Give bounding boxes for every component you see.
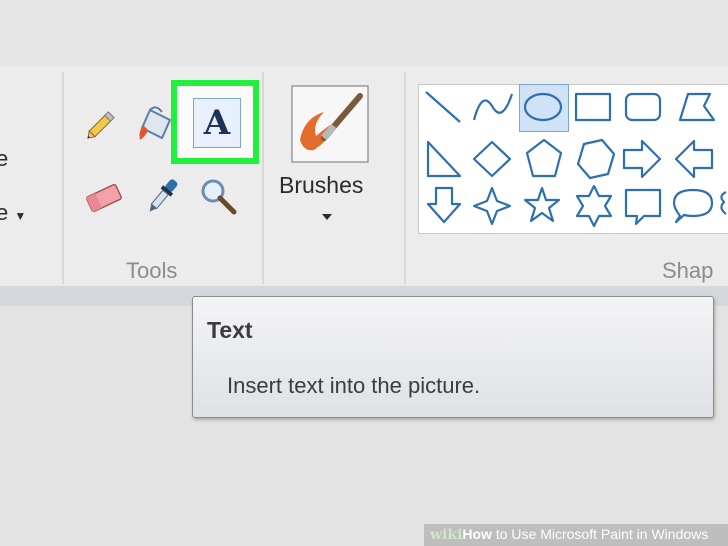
color-picker-tool-button[interactable] (140, 174, 184, 218)
pencil-tool-button[interactable] (80, 102, 124, 146)
hexagon-shape-icon (576, 138, 616, 180)
truncated-label-2[interactable]: e ▼ (0, 200, 26, 226)
truncated-label-2-text: e (0, 200, 9, 225)
magnifier-icon (201, 179, 237, 215)
watermark: wikiHow to Use Microsoft Paint in Window… (430, 526, 708, 543)
tooltip: Text Insert text into the picture. (192, 296, 714, 418)
six-point-star-shape-icon (575, 184, 613, 228)
text-tool-button[interactable]: A (171, 80, 259, 164)
group-separator (62, 72, 64, 284)
chevron-down-icon[interactable] (322, 214, 332, 220)
five-point-star-shape-icon (523, 186, 561, 223)
oval-callout-shape-icon (672, 188, 714, 224)
ribbon-tab-strip (0, 0, 728, 66)
polygon-shape-icon (678, 92, 716, 122)
group-separator (404, 72, 406, 284)
pentagon-shape-icon (525, 138, 563, 178)
text-tool-icon: A (193, 98, 241, 148)
watermark-title: to Use Microsoft Paint in Windows (491, 526, 709, 542)
truncated-label-1: e (0, 146, 9, 171)
rectangle-shape-icon (574, 92, 612, 122)
curve-shape-icon (472, 93, 514, 121)
heart-callout-partial-icon (720, 191, 727, 215)
tools-group-label: Tools (126, 258, 178, 283)
eraser-icon (86, 183, 122, 213)
diamond-shape-icon (472, 140, 512, 178)
rounded-rectangle-shape-icon (624, 92, 662, 122)
line-shape-icon (425, 91, 461, 123)
shapes-grid (425, 91, 727, 228)
oval-shape-icon (523, 92, 563, 122)
right-arrow-shape-icon (622, 139, 662, 179)
eraser-tool-button[interactable] (82, 176, 126, 220)
color-picker-icon (149, 179, 178, 212)
brushes-icon (291, 85, 369, 163)
group-separator (262, 72, 264, 284)
tooltip-description: Insert text into the picture. (227, 373, 481, 398)
brushes-button[interactable] (270, 78, 390, 228)
chevron-down-icon: ▼ (14, 209, 27, 223)
rectangular-callout-shape-icon (624, 188, 662, 226)
pencil-icon (87, 111, 115, 139)
tooltip-title: Text (207, 317, 253, 343)
watermark-brand: wiki (430, 527, 463, 543)
shapes-group-label: Shap (662, 258, 714, 283)
watermark-how: How (462, 526, 492, 542)
triangle-shape-icon (426, 140, 462, 178)
four-point-star-shape-icon (472, 186, 512, 226)
down-arrow-shape-icon (426, 186, 462, 224)
left-arrow-shape-icon (674, 139, 714, 179)
brushes-label: Brushes (279, 172, 364, 198)
magnifier-tool-button[interactable] (196, 174, 240, 218)
ribbon: e e ▼ A Tools Brushes Shap (0, 0, 728, 292)
